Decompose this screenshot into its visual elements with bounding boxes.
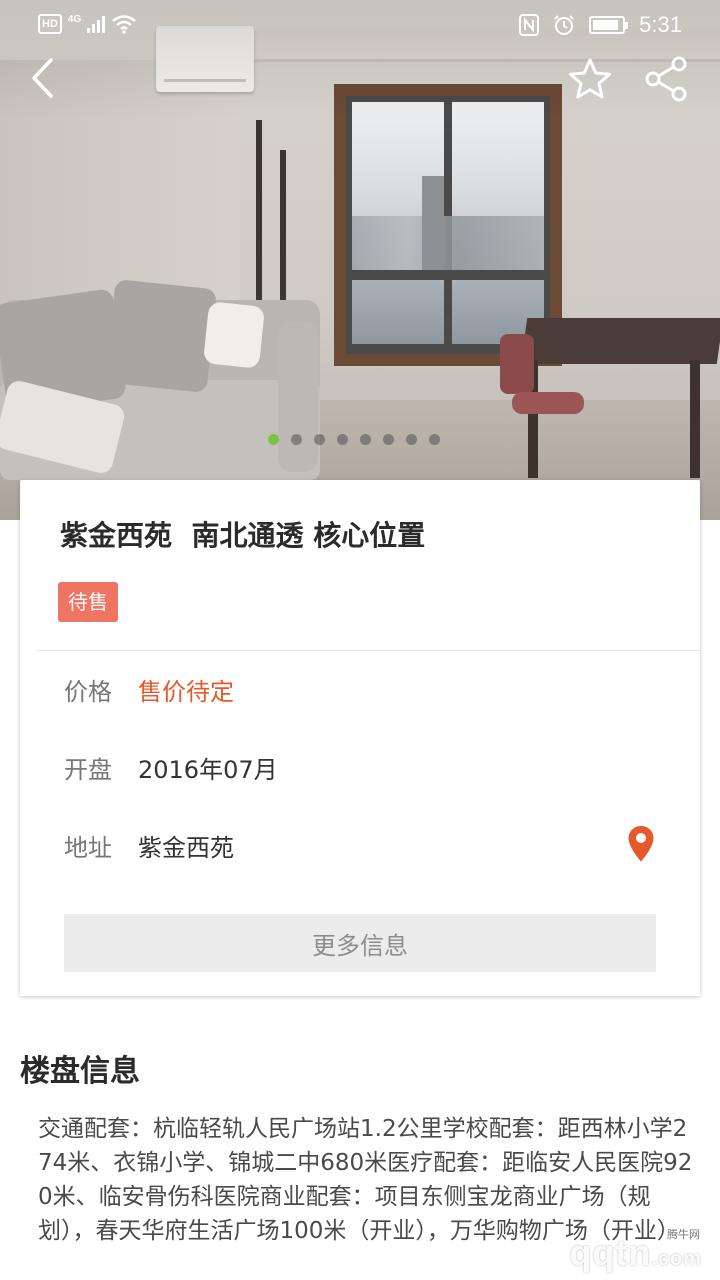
alarm-icon — [554, 15, 574, 35]
divider — [36, 650, 700, 651]
share-button[interactable] — [640, 54, 694, 104]
photo-pillow — [104, 278, 218, 394]
price-value: 售价待定 — [138, 678, 234, 706]
property-card: 紫金西苑 南北通透 核心位置 待售 价格 售价待定 开盘 2016年07月 地址… — [20, 480, 700, 996]
photo-sofa-arm — [278, 322, 318, 472]
photo-chair-seat — [512, 392, 584, 414]
nfc-icon — [519, 14, 540, 36]
gallery-dot[interactable] — [291, 434, 302, 445]
gallery-dot-active[interactable] — [268, 434, 279, 445]
status-right: 5:31 — [519, 12, 682, 38]
share-icon — [645, 56, 687, 102]
more-info-button[interactable]: 更多信息 — [64, 914, 656, 972]
watermark-logo-suffix: .com — [651, 1248, 702, 1270]
status-bar: HD 4G 5:31 — [0, 0, 720, 54]
gallery-dot[interactable] — [406, 434, 417, 445]
photo-chair — [500, 334, 534, 394]
status-badge: 待售 — [58, 582, 118, 622]
signal-icon — [87, 15, 106, 33]
photo-desk-leg — [690, 360, 700, 478]
opening-label: 开盘 — [64, 756, 112, 784]
gallery-dot[interactable] — [383, 434, 394, 445]
battery-icon — [589, 16, 629, 34]
address-label: 地址 — [64, 834, 112, 862]
gallery-dots — [268, 434, 440, 445]
photo-pillow — [202, 301, 266, 369]
opening-row: 开盘 2016年07月 — [64, 750, 278, 785]
gallery-dot[interactable] — [429, 434, 440, 445]
watermark-logo: qqtn.com — [569, 1232, 702, 1274]
battery-level — [593, 20, 619, 30]
price-label: 价格 — [64, 678, 112, 706]
address-row[interactable]: 地址 紫金西苑 — [64, 828, 234, 863]
wifi-icon — [112, 15, 137, 34]
map-pin-icon[interactable] — [626, 824, 656, 864]
status-left: HD 4G — [38, 14, 137, 34]
opening-value: 2016年07月 — [138, 756, 278, 784]
watermark: 腾牛网 qqtn.com — [490, 1226, 710, 1274]
network-type: 4G — [67, 13, 82, 25]
star-outline-icon — [569, 58, 611, 99]
property-title: 紫金西苑 南北通透 核心位置 — [60, 519, 426, 552]
gallery-dot[interactable] — [314, 434, 325, 445]
photo-desk — [520, 318, 720, 364]
gallery-dot[interactable] — [360, 434, 371, 445]
favorite-button[interactable] — [564, 54, 616, 104]
section-title: 楼盘信息 — [20, 1054, 140, 1089]
gallery-dot[interactable] — [337, 434, 348, 445]
back-chevron-icon — [32, 58, 53, 98]
back-button[interactable] — [22, 56, 62, 100]
status-time: 5:31 — [639, 12, 682, 37]
price-row: 价格 售价待定 — [64, 672, 234, 707]
address-value: 紫金西苑 — [138, 834, 234, 862]
watermark-logo-text: qqtn — [569, 1232, 652, 1273]
hd-icon: HD — [38, 14, 62, 34]
